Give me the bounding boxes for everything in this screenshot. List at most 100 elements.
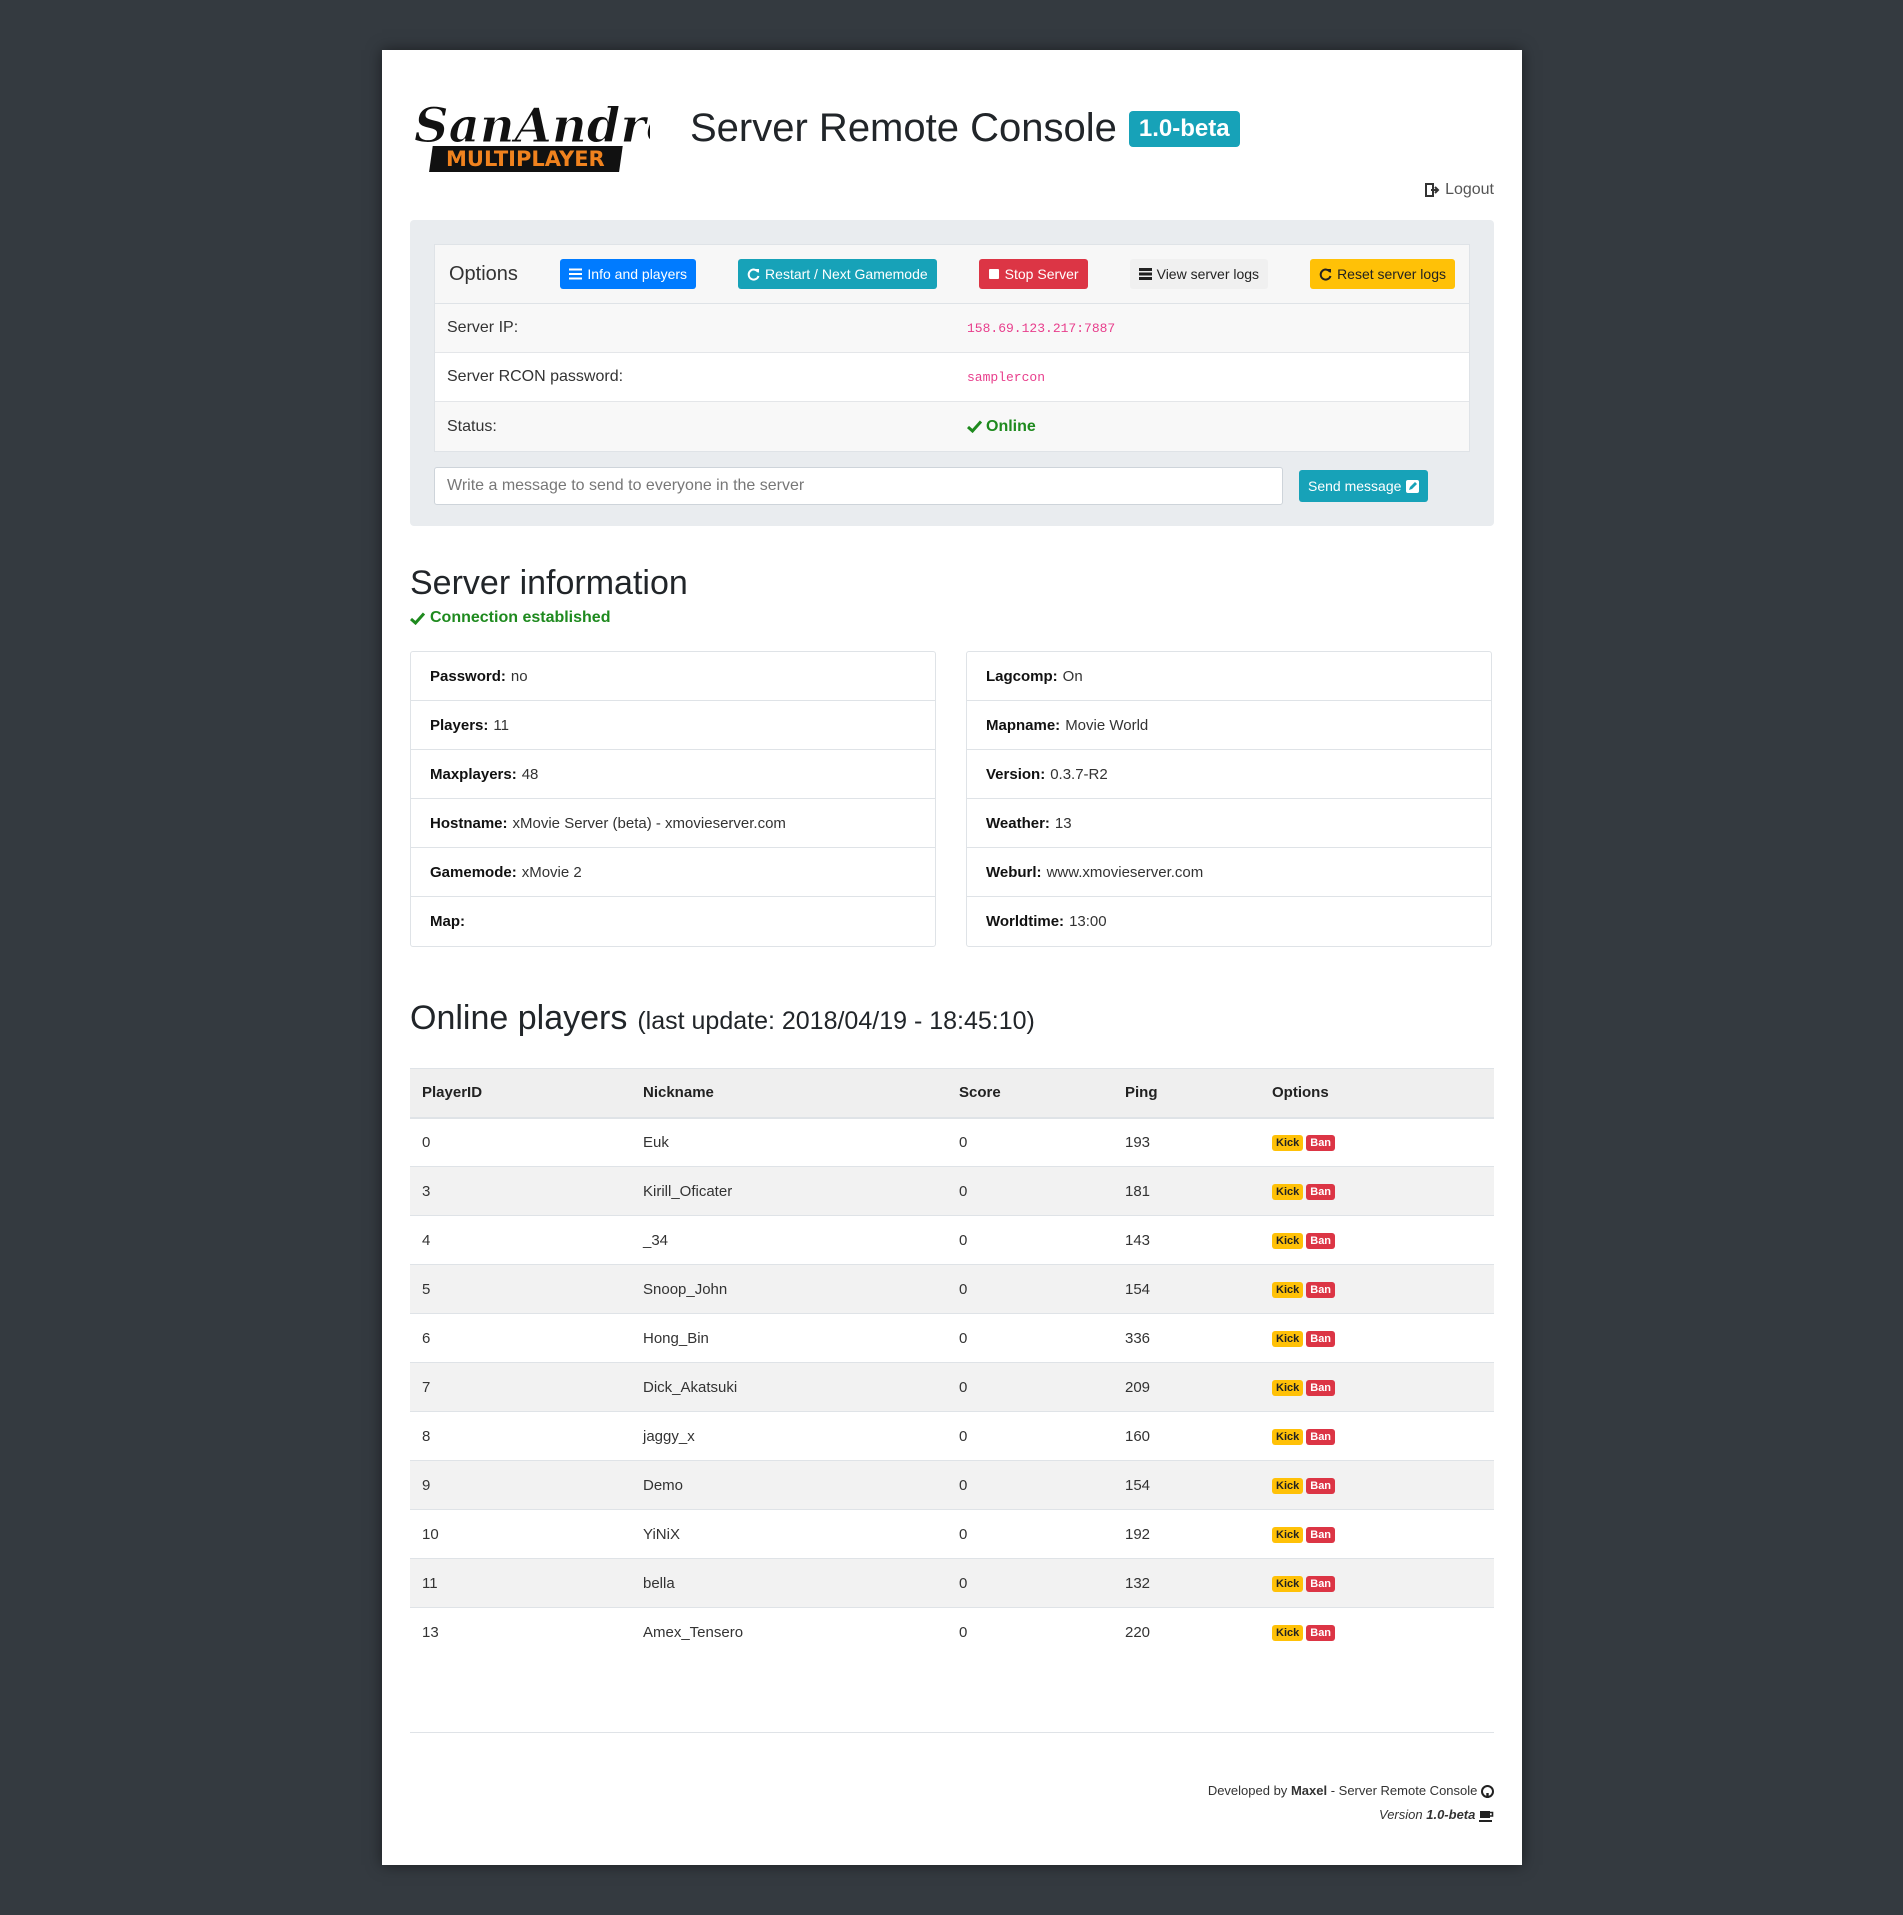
- info-item-map: Map:: [411, 897, 935, 946]
- status-text: Online: [986, 417, 1036, 435]
- options-label: Options: [449, 262, 518, 285]
- table-row: 7 Dick_Akatsuki 0 209 Kick Ban: [410, 1362, 1494, 1412]
- options-rows: Server IP: 158.69.123.217:7887 Server RC…: [435, 304, 1469, 451]
- connection-text: Connection established: [430, 609, 611, 626]
- player-score-cell: 0: [947, 1509, 1113, 1559]
- logout-label: Logout: [1445, 181, 1494, 198]
- kick-button[interactable]: Kick: [1272, 1135, 1304, 1152]
- online-players-heading: Online players: [410, 999, 628, 1037]
- server-ip-value: 158.69.123.217:7887: [967, 320, 1116, 336]
- info-value: xMovie Server (beta) - xmovieserver.com: [512, 814, 786, 832]
- info-value: 11: [493, 716, 509, 734]
- info-key: Weather:: [986, 814, 1050, 832]
- player-ping-cell: 143: [1113, 1215, 1260, 1265]
- restart-button[interactable]: Restart / Next Gamemode: [738, 259, 937, 289]
- ban-button[interactable]: Ban: [1306, 1331, 1336, 1347]
- info-item-hostname: Hostname: xMovie Server (beta) - xmoviese…: [411, 799, 935, 848]
- info-key: Weburl:: [986, 863, 1042, 881]
- kick-button[interactable]: Kick: [1272, 1576, 1304, 1592]
- player-score-cell: 0: [947, 1362, 1113, 1412]
- ban-button[interactable]: Ban: [1306, 1527, 1336, 1543]
- player-score-cell: 0: [959, 1623, 968, 1641]
- stop-server-label: Stop Server: [1004, 266, 1079, 282]
- footer-author[interactable]: Maxel: [1291, 1783, 1327, 1798]
- stop-server-button[interactable]: Stop Server: [978, 259, 1088, 289]
- ban-button[interactable]: Ban: [1306, 1429, 1336, 1445]
- player-score-cell: 0: [947, 1558, 1113, 1608]
- table-row: 4 _34 0 143 Kick Ban: [410, 1215, 1494, 1265]
- kick-button[interactable]: Kick: [1272, 1233, 1304, 1249]
- player-score-cell: 0: [947, 1460, 1113, 1510]
- ban-button[interactable]: Ban: [1306, 1135, 1336, 1152]
- table-row: 11 bella 0 132 Kick Ban: [410, 1558, 1494, 1608]
- samp-logo: SanAndreas MULTIPLAYER: [414, 98, 650, 172]
- logout-link[interactable]: Logout: [1425, 181, 1494, 199]
- kick-button[interactable]: Kick: [1272, 1184, 1304, 1200]
- server-ip-label: Server IP:: [447, 319, 519, 336]
- ban-button[interactable]: Ban: [1306, 1576, 1336, 1592]
- player-ping-cell: 132: [1113, 1558, 1260, 1608]
- kick-button[interactable]: Kick: [1272, 1429, 1304, 1445]
- table-row: 13 Amex_Tensero 0 220 Kick Ban: [410, 1608, 1494, 1657]
- info-item-weburl: Weburl: www.xmovieserver.com: [967, 848, 1491, 897]
- player-ping-cell: 181: [1113, 1166, 1260, 1216]
- info-item-weather: Weather: 13: [967, 799, 1491, 848]
- last-update-text: (last update: 2018/04/19 - 18:45:10): [637, 1007, 1035, 1035]
- column-header: PlayerID: [410, 1068, 631, 1119]
- logout-icon: [1425, 183, 1440, 197]
- table-row: 6 Hong_Bin 0 336 Kick Ban: [410, 1313, 1494, 1363]
- player-ping-cell: 192: [1113, 1509, 1260, 1559]
- edit-icon: [1406, 479, 1420, 493]
- info-item-password: Password: no: [411, 652, 935, 701]
- github-icon[interactable]: [1481, 1785, 1494, 1799]
- player-score-cell: 0: [947, 1411, 1113, 1461]
- kick-button[interactable]: Kick: [1272, 1282, 1304, 1298]
- kick-button[interactable]: Kick: [1272, 1527, 1304, 1543]
- players-table: PlayerID Nickname Score Ping Options 0 Eu…: [410, 1068, 1494, 1657]
- footer: Developed by Maxel - Server Remote Conso…: [410, 1732, 1494, 1827]
- footer-project: - Server Remote Console: [1330, 1783, 1478, 1798]
- ban-button[interactable]: Ban: [1306, 1282, 1336, 1298]
- player-score-cell: 0: [947, 1166, 1113, 1216]
- ban-button[interactable]: Ban: [1306, 1625, 1336, 1642]
- player-options-cell: Kick Ban: [1260, 1608, 1494, 1657]
- footer-credits: Developed by Maxel - Server Remote Conso…: [410, 1779, 1494, 1803]
- send-message-button[interactable]: Send message: [1299, 470, 1429, 502]
- refresh-icon: [1319, 268, 1332, 280]
- kick-button[interactable]: Kick: [1272, 1331, 1304, 1347]
- player-options-cell: Kick Ban: [1260, 1411, 1494, 1461]
- connection-status: Connection established: [410, 609, 1494, 627]
- player-id-cell: 9: [410, 1460, 631, 1510]
- player-nick-cell: YiNiX: [631, 1509, 947, 1559]
- info-value: On: [1062, 667, 1083, 685]
- ban-button[interactable]: Ban: [1306, 1184, 1336, 1200]
- status-value: Online: [967, 418, 1036, 436]
- info-item-maxplayers: Maxplayers: 48: [411, 750, 935, 799]
- options-card: Options Info and players Restart / Next …: [434, 244, 1470, 452]
- status-row: Status: Online: [435, 402, 1469, 451]
- player-ping-cell: 193: [1113, 1117, 1260, 1167]
- rcon-password-label: Server RCON password:: [447, 368, 624, 385]
- ban-button[interactable]: Ban: [1306, 1233, 1336, 1249]
- kick-button[interactable]: Kick: [1272, 1380, 1304, 1396]
- send-message-label: Send message: [1308, 478, 1402, 494]
- reset-logs-button[interactable]: Reset server logs: [1310, 259, 1455, 289]
- kick-button[interactable]: Kick: [1272, 1478, 1304, 1494]
- message-input[interactable]: [434, 467, 1283, 505]
- footer-version-label: Version: [1379, 1807, 1423, 1822]
- refresh-icon: [747, 268, 760, 280]
- info-key: Version:: [986, 765, 1046, 783]
- view-logs-button[interactable]: View server logs: [1129, 259, 1269, 289]
- kick-button[interactable]: Kick: [1272, 1625, 1304, 1642]
- ban-button[interactable]: Ban: [1306, 1380, 1336, 1396]
- ban-button[interactable]: Ban: [1306, 1478, 1336, 1494]
- info-and-players-label: Info and players: [587, 266, 688, 282]
- footer-developed-by: Developed by: [1207, 1783, 1288, 1798]
- server-icon: [1138, 268, 1152, 280]
- header: SanAndreas MULTIPLAYER Server Remote Con…: [410, 50, 1495, 220]
- server-info-grid: Password: no Players: 11 Maxplayers: 48 Hos…: [410, 651, 1494, 947]
- info-and-players-button[interactable]: Info and players: [560, 259, 697, 289]
- column-header: Nickname: [631, 1068, 947, 1119]
- info-item-worldtime: Worldtime: 13:00: [967, 897, 1491, 946]
- player-id-cell: 11: [410, 1558, 631, 1608]
